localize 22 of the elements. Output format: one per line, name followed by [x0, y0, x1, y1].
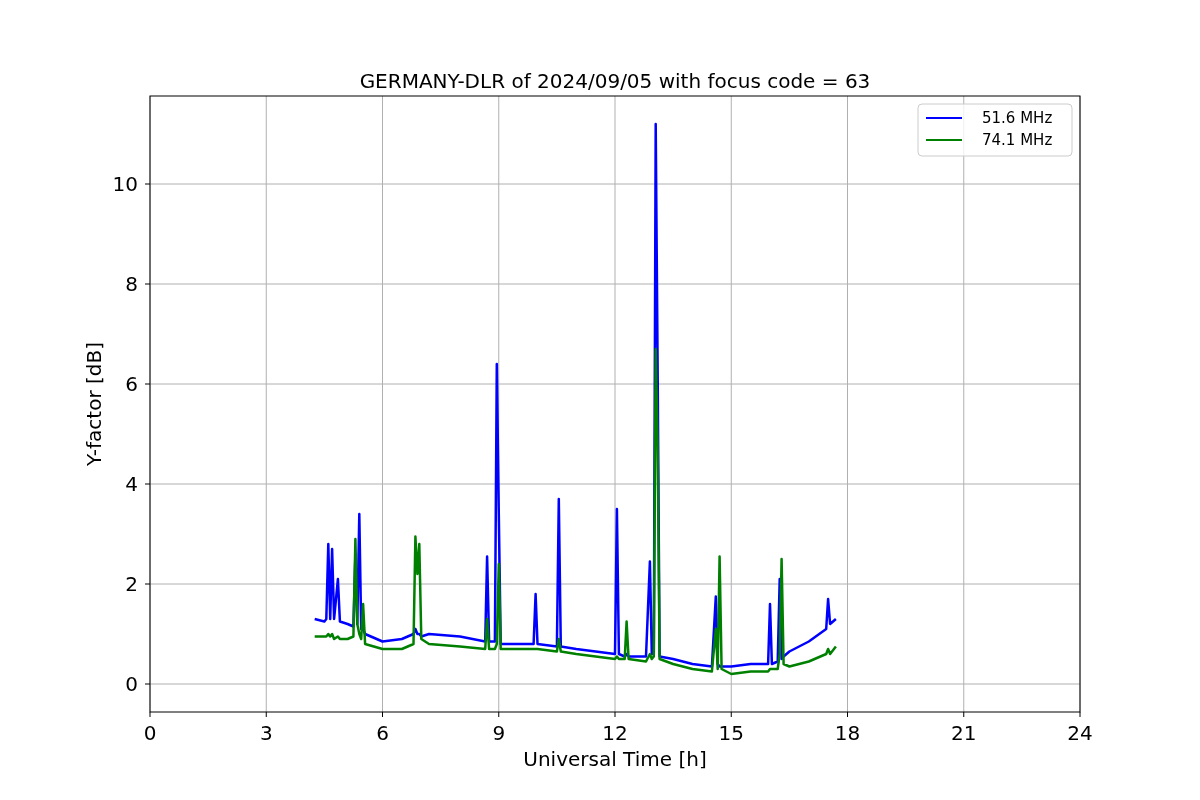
x-tick-label: 18	[834, 721, 861, 745]
legend-line-icon	[925, 139, 963, 141]
y-tick-label: 4	[125, 472, 138, 496]
y-tick-label: 8	[125, 272, 138, 296]
x-tick-label: 9	[492, 721, 506, 745]
chart-title: GERMANY-DLR of 2024/09/05 with focus code = 63	[359, 69, 871, 93]
y-tick-label: 0	[125, 672, 138, 696]
x-tick-label: 24	[1067, 721, 1093, 745]
legend-line-icon	[925, 117, 963, 119]
x-axis-label: Universal Time [h]	[523, 747, 707, 771]
y-tick-label: 2	[125, 572, 138, 596]
y-tick-label: 10	[112, 172, 138, 196]
x-tick-label: 12	[602, 721, 628, 745]
x-tick-label: 3	[259, 721, 273, 745]
x-tick-label: 15	[718, 721, 744, 745]
legend-label: 51.6 MHz	[982, 109, 1053, 127]
x-tick-label: 6	[376, 721, 389, 745]
y-axis-label: Y-factor [dB]	[82, 342, 106, 466]
x-tick-label: 21	[951, 721, 977, 745]
y-tick-label: 6	[125, 372, 138, 396]
legend-label: 74.1 MHz	[982, 131, 1053, 149]
x-tick-label: 0	[143, 721, 157, 745]
